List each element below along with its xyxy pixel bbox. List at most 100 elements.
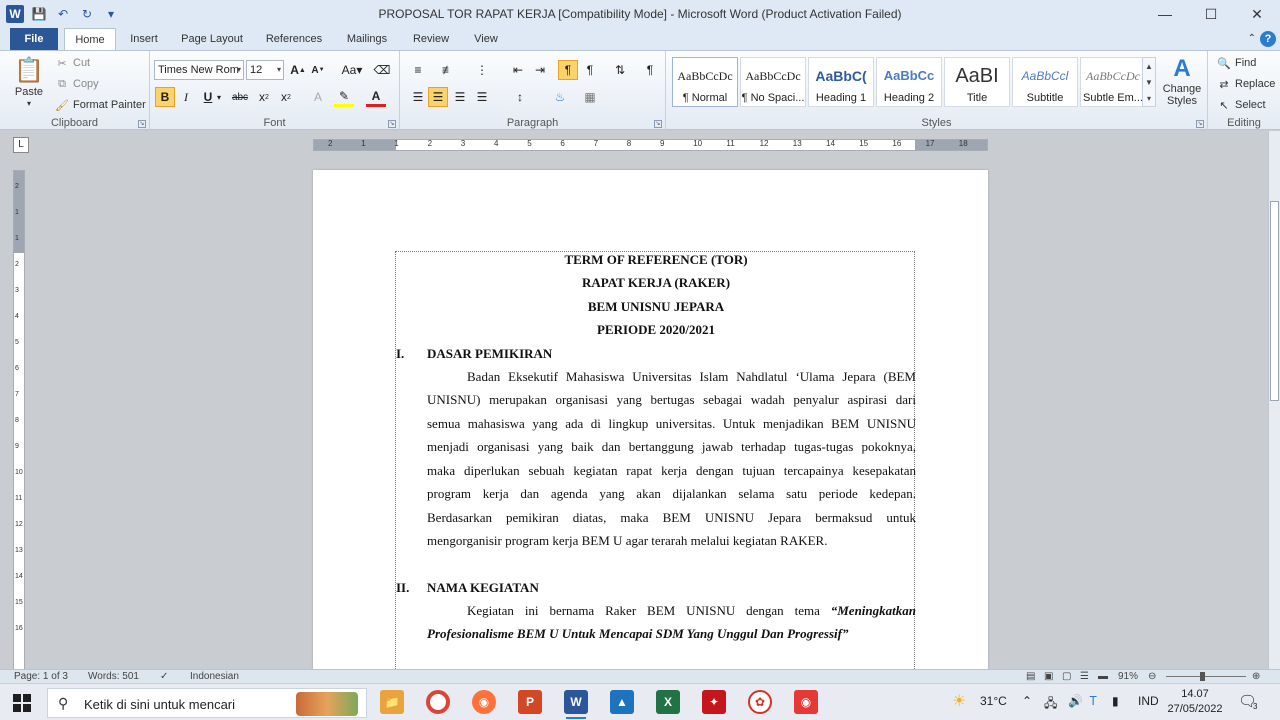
firefox-icon[interactable]: ◉: [472, 690, 496, 714]
web-layout-icon[interactable]: ▢: [1062, 671, 1071, 682]
subscript-button[interactable]: x2: [254, 87, 274, 107]
windows-start-icon[interactable]: [13, 694, 31, 712]
styles-launcher-icon[interactable]: ↘: [1196, 120, 1204, 128]
vertical-scrollbar[interactable]: [1268, 131, 1280, 669]
maximize-button[interactable]: ☐: [1188, 0, 1234, 28]
style-heading-2[interactable]: AaBbCc Heading 2: [876, 57, 942, 107]
text-effects-icon[interactable]: A: [308, 87, 328, 107]
word-taskbar-icon[interactable]: W: [564, 690, 588, 719]
select-button[interactable]: ↖ Select: [1216, 97, 1265, 113]
tab-references[interactable]: References: [260, 28, 328, 50]
taskbar-search[interactable]: ⚲ Ketik di sini untuk mencari: [47, 688, 367, 718]
styles-up-icon[interactable]: ▲: [1145, 62, 1153, 71]
highlight-color-icon[interactable]: ✎: [334, 87, 354, 107]
bullets-icon[interactable]: ≡: [408, 60, 428, 80]
print-layout-icon[interactable]: ▤: [1026, 671, 1035, 682]
replace-button[interactable]: ⇄ Replace: [1216, 76, 1275, 92]
input-language[interactable]: IND: [1138, 694, 1159, 708]
close-button[interactable]: ✕: [1234, 0, 1280, 28]
sort-icon[interactable]: ⇅: [610, 60, 630, 80]
grow-font-icon[interactable]: A ▲: [288, 60, 308, 80]
superscript-button[interactable]: x2: [276, 87, 296, 107]
acrobat-icon[interactable]: ✦: [702, 690, 726, 714]
increase-indent-icon[interactable]: ⇥: [530, 60, 550, 80]
font-launcher-icon[interactable]: ↘: [388, 120, 396, 128]
draft-icon[interactable]: ▬: [1098, 671, 1108, 682]
style-subtle-emphasis[interactable]: AaBbCcDc Subtle Em...: [1080, 57, 1146, 107]
zoom-in-icon[interactable]: ⊕: [1252, 671, 1260, 682]
align-right-icon[interactable]: ☰: [450, 87, 470, 107]
zoom-level[interactable]: 91%: [1118, 671, 1138, 682]
font-family-combo[interactable]: Times New Rom ▾: [154, 60, 244, 80]
clear-formatting-icon[interactable]: ⌫: [372, 60, 392, 80]
tab-review[interactable]: Review: [406, 28, 456, 50]
copy-button[interactable]: ⧉ Copy: [54, 76, 99, 92]
justify-icon[interactable]: ☰: [472, 87, 492, 107]
underline-dropdown-icon[interactable]: ▾: [214, 87, 224, 107]
line-spacing-icon[interactable]: ↕: [510, 87, 530, 107]
italic-button[interactable]: I: [176, 87, 196, 107]
shading-icon[interactable]: ♨: [550, 87, 570, 107]
align-center-icon[interactable]: ☰: [428, 87, 448, 107]
ltr-direction-icon[interactable]: ¶: [558, 60, 578, 80]
numbering-icon[interactable]: ≢: [438, 60, 458, 80]
word-count[interactable]: Words: 501: [88, 671, 139, 682]
weather-icon[interactable]: ☀: [952, 691, 966, 711]
vertical-ruler[interactable]: 2 1 1 2 3 4 5 6 7 8 9 10 11 12 13 14 15 16: [13, 170, 25, 670]
styles-scroll[interactable]: ▲ ▼ ▾: [1142, 57, 1156, 107]
zoom-slider-thumb[interactable]: [1200, 672, 1205, 681]
tab-home[interactable]: Home: [64, 28, 116, 51]
clock[interactable]: 14.07 27/05/2022: [1166, 687, 1224, 717]
style-normal[interactable]: AaBbCcDc ¶ Normal: [672, 57, 738, 107]
photos-icon[interactable]: ▲: [610, 690, 634, 714]
language-status[interactable]: Indonesian: [190, 671, 239, 682]
align-left-icon[interactable]: ☰: [408, 87, 428, 107]
volume-icon[interactable]: 🔊: [1068, 694, 1083, 708]
shrink-font-icon[interactable]: A ▼: [308, 60, 328, 80]
proofing-icon[interactable]: ✓: [160, 671, 168, 682]
borders-icon[interactable]: ▦: [580, 87, 600, 107]
file-explorer-icon[interactable]: 📁: [380, 690, 404, 714]
chrome-icon[interactable]: [426, 690, 450, 714]
camera-app-icon[interactable]: ◉: [794, 690, 818, 714]
style-no-spacing[interactable]: AaBbCcDc ¶ No Spaci...: [740, 57, 806, 107]
excel-icon[interactable]: X: [656, 690, 680, 714]
media-app-icon[interactable]: ✿: [748, 690, 772, 714]
page-count[interactable]: Page: 1 of 3: [14, 671, 68, 682]
network-icon[interactable]: 🖧: [1044, 694, 1057, 715]
zoom-slider[interactable]: [1166, 676, 1246, 677]
bold-button[interactable]: B: [155, 87, 175, 107]
clipboard-launcher-icon[interactable]: ↘: [138, 120, 146, 128]
minimize-button[interactable]: —: [1142, 0, 1188, 28]
rtl-direction-icon[interactable]: ¶: [580, 60, 600, 80]
document-page[interactable]: TERM OF REFERENCE (TOR) RAPAT KERJA (RAK…: [313, 170, 988, 669]
scrollbar-thumb[interactable]: [1270, 201, 1279, 401]
tab-page-layout[interactable]: Page Layout: [176, 28, 248, 50]
style-title[interactable]: AaBI Title: [944, 57, 1010, 107]
tab-selector[interactable]: L: [13, 137, 29, 153]
strikethrough-button[interactable]: abc: [230, 87, 250, 107]
change-case-icon[interactable]: Aa▾: [338, 60, 366, 80]
multilevel-list-icon[interactable]: ⋮: [472, 60, 492, 80]
tab-insert[interactable]: Insert: [124, 28, 164, 50]
weather-temp[interactable]: 31°C: [980, 694, 1007, 708]
tab-mailings[interactable]: Mailings: [340, 28, 394, 50]
decrease-indent-icon[interactable]: ⇤: [508, 60, 528, 80]
font-color-icon[interactable]: A: [366, 87, 386, 107]
cut-button[interactable]: ✂ Cut: [54, 55, 90, 71]
tray-expand-icon[interactable]: ⌃: [1022, 694, 1032, 708]
format-painter-button[interactable]: 🖌 Format Painter: [54, 97, 146, 113]
styles-down-icon[interactable]: ▼: [1145, 78, 1153, 87]
style-heading-1[interactable]: AaBbC( Heading 1: [808, 57, 874, 107]
horizontal-ruler[interactable]: 2 1 1 2 3 4 5 6 7 8 9 10 11 12 13 14 15 16 17 18: [313, 139, 988, 151]
styles-more-icon[interactable]: ▾: [1147, 94, 1151, 103]
style-subtitle[interactable]: AaBbCcl Subtitle: [1012, 57, 1078, 107]
paragraph-launcher-icon[interactable]: ↘: [654, 120, 662, 128]
document-content[interactable]: TERM OF REFERENCE (TOR) RAPAT KERJA (RAK…: [395, 251, 916, 669]
zoom-out-icon[interactable]: ⊖: [1148, 671, 1156, 682]
minimize-ribbon-icon[interactable]: ⌃: [1248, 33, 1256, 44]
fullscreen-reading-icon[interactable]: ▣: [1044, 671, 1053, 682]
tab-view[interactable]: View: [466, 28, 506, 50]
tab-file[interactable]: File: [10, 28, 58, 50]
battery-icon[interactable]: ▮: [1112, 694, 1119, 708]
